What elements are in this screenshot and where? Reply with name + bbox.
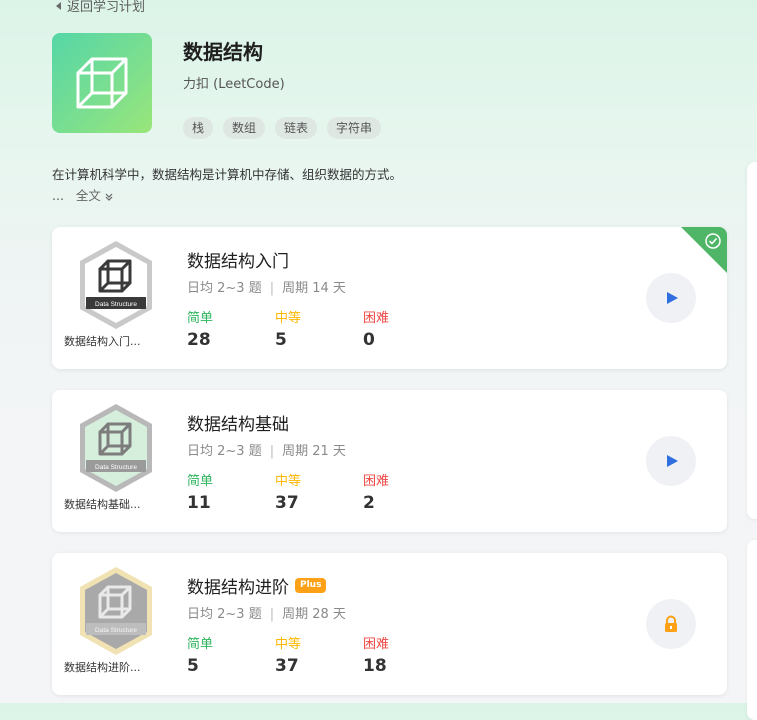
easy-count: 5 xyxy=(187,656,199,676)
easy-stat: 简单 28 xyxy=(187,307,213,350)
course-badge-icon: Data Structure xyxy=(80,404,152,492)
badge-text: Data Structure xyxy=(95,301,137,308)
easy-count: 28 xyxy=(187,330,211,350)
easy-stat: 简单 5 xyxy=(187,633,213,676)
tag[interactable]: 栈 xyxy=(183,117,214,139)
course-badge-icon: Data Structure xyxy=(80,241,152,329)
lock-icon xyxy=(665,615,677,632)
plan-title: 数据结构 xyxy=(183,40,263,64)
course-daily: 日均 2~3 题 xyxy=(187,281,262,296)
ellipsis: ... xyxy=(52,188,64,203)
plan-author: 力扣 (LeetCode) xyxy=(183,77,285,92)
expand-label: 全文 xyxy=(75,188,101,203)
medium-count: 5 xyxy=(275,330,287,350)
chevron-left-icon xyxy=(56,1,61,10)
course-period: 周期 14 天 xyxy=(282,281,346,296)
check-circle-icon xyxy=(705,233,721,249)
locked-button[interactable] xyxy=(646,599,696,649)
tag[interactable]: 字符串 xyxy=(327,117,382,139)
hard-stat: 困难 2 xyxy=(363,470,389,513)
course-card[interactable]: Data Structure 数据结构进阶... 数据结构进阶 Plus 日均 … xyxy=(52,553,727,695)
course-badge-label: 数据结构入门... xyxy=(64,335,141,348)
badge-text: Data Structure xyxy=(95,464,137,471)
course-period: 周期 28 天 xyxy=(282,607,346,622)
course-meta: 日均 2~3 题 | 周期 28 天 xyxy=(187,603,346,622)
description-expand: ... 全文 xyxy=(52,185,113,204)
side-panel xyxy=(747,162,757,519)
meta-separator: | xyxy=(269,281,275,296)
course-title: 数据结构进阶 Plus xyxy=(187,573,327,598)
start-button[interactable] xyxy=(646,273,696,323)
course-card[interactable]: Data Structure 数据结构入门... 数据结构入门 日均 2~3 题… xyxy=(52,227,727,369)
hard-count: 2 xyxy=(363,493,375,513)
play-icon xyxy=(667,455,678,467)
course-badge-label: 数据结构进阶... xyxy=(64,661,141,674)
play-icon xyxy=(667,292,678,304)
hard-label: 困难 xyxy=(363,474,390,489)
plan-logo xyxy=(52,33,152,133)
medium-count: 37 xyxy=(275,493,299,513)
side-panel xyxy=(747,540,757,720)
badge-text: Data Structure xyxy=(95,627,137,634)
course-title-text: 数据结构进阶 xyxy=(187,578,289,598)
hard-count: 18 xyxy=(363,656,387,676)
hard-count: 0 xyxy=(363,330,375,350)
course-title-text: 数据结构入门 xyxy=(187,252,289,272)
meta-separator: | xyxy=(269,607,275,622)
plan-description: 在计算机科学中，数据结构是计算机中存储、组织数据的方式。 xyxy=(52,167,403,182)
hard-stat: 困难 18 xyxy=(363,633,389,676)
easy-label: 简单 xyxy=(187,311,214,326)
medium-label: 中等 xyxy=(275,311,302,326)
double-chevron-down-icon xyxy=(105,193,113,201)
hard-label: 困难 xyxy=(363,637,390,652)
easy-stat: 简单 11 xyxy=(187,470,213,513)
easy-label: 简单 xyxy=(187,637,214,652)
tag-list: 栈 数组 链表 字符串 xyxy=(183,117,382,139)
meta-separator: | xyxy=(269,444,275,459)
tag[interactable]: 数组 xyxy=(223,117,266,139)
medium-label: 中等 xyxy=(275,637,302,652)
course-title-text: 数据结构基础 xyxy=(187,415,289,435)
course-card[interactable]: Data Structure 数据结构基础... 数据结构基础 日均 2~3 题… xyxy=(52,390,727,532)
course-title: 数据结构基础 xyxy=(187,410,289,435)
back-link[interactable]: 返回学习计划 xyxy=(56,0,145,15)
medium-stat: 中等 5 xyxy=(275,307,301,350)
hard-label: 困难 xyxy=(363,311,390,326)
course-title: 数据结构入门 xyxy=(187,247,289,272)
hard-stat: 困难 0 xyxy=(363,307,389,350)
medium-count: 37 xyxy=(275,656,299,676)
course-daily: 日均 2~3 题 xyxy=(187,444,262,459)
expand-link[interactable]: 全文 xyxy=(76,188,113,203)
cube-icon xyxy=(76,57,128,109)
medium-stat: 中等 37 xyxy=(275,470,301,513)
course-meta: 日均 2~3 题 | 周期 14 天 xyxy=(187,277,346,296)
course-meta: 日均 2~3 题 | 周期 21 天 xyxy=(187,440,346,459)
start-button[interactable] xyxy=(646,436,696,486)
back-link-label: 返回学习计划 xyxy=(67,0,146,15)
course-daily: 日均 2~3 题 xyxy=(187,607,262,622)
course-badge-label: 数据结构基础... xyxy=(64,498,141,511)
easy-label: 简单 xyxy=(187,474,214,489)
plus-badge: Plus xyxy=(295,578,327,593)
easy-count: 11 xyxy=(187,493,211,513)
medium-label: 中等 xyxy=(275,474,302,489)
course-badge-icon: Data Structure xyxy=(80,567,152,655)
medium-stat: 中等 37 xyxy=(275,633,301,676)
course-period: 周期 21 天 xyxy=(282,444,346,459)
tag[interactable]: 链表 xyxy=(275,117,318,139)
